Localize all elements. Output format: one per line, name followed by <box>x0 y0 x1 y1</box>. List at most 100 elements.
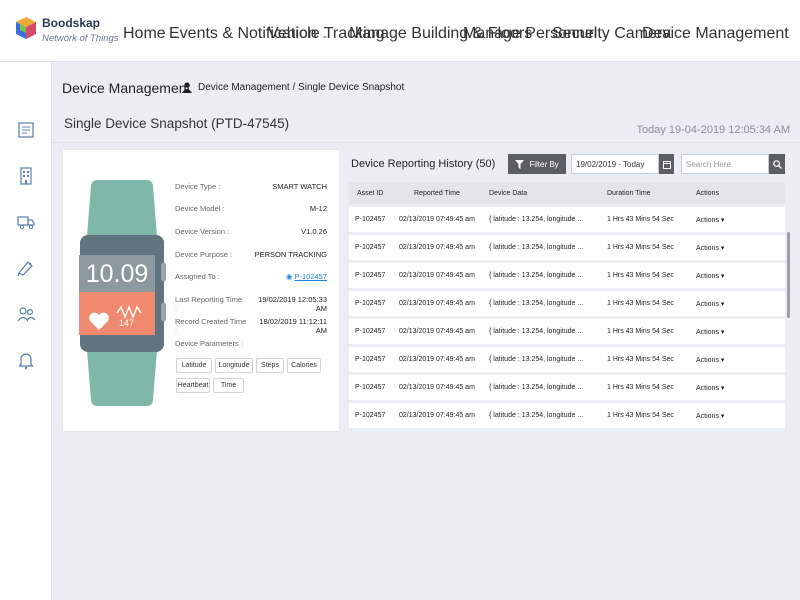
cell-reported-time: 02/13/2019 07:49:45 am <box>399 300 475 307</box>
filter-label: Filter By <box>529 159 559 169</box>
cell-duration: 1 Hrs 43 Mins 54 Sec <box>607 328 674 335</box>
assigned-link-text[interactable]: P-102457 <box>294 272 327 281</box>
info-last-reporting: Last Reporting Time : 19/02/2019 12:05:33… <box>175 295 327 313</box>
cell-asset-id: P-102457 <box>355 356 386 363</box>
info-label: Device Version : <box>175 227 230 236</box>
actions-dropdown[interactable]: Actions ▾ <box>696 244 724 252</box>
history-title: Device Reporting History (50) <box>351 158 496 170</box>
brand-logo[interactable]: Boodskap Network of Things <box>14 13 124 53</box>
param-chip: Time <box>213 378 244 393</box>
param-chip: Latitude <box>176 358 212 373</box>
nav-device-management[interactable]: Device Management⌄ <box>642 25 800 43</box>
cell-device-data: { latitude : 13.254, longitude ... <box>489 300 584 307</box>
cell-reported-time: 02/13/2019 07:49:45 am <box>399 216 475 223</box>
cell-duration: 1 Hrs 43 Mins 54 Sec <box>607 384 674 391</box>
search-icon <box>772 159 782 169</box>
cell-device-data: { latitude : 13.254, longitude ... <box>489 328 584 335</box>
left-sidebar <box>0 62 52 600</box>
cell-reported-time: 02/13/2019 07:49:45 am <box>399 244 475 251</box>
table-row: P-102457 02/13/2019 07:49:45 am { latitude… <box>349 207 785 232</box>
truck-icon[interactable] <box>16 212 36 232</box>
table-row: P-102457 02/13/2019 07:49:45 am { latitude… <box>349 375 785 400</box>
actions-label: Actions <box>696 384 719 392</box>
cell-asset-id: P-102457 <box>355 328 386 335</box>
bell-icon[interactable] <box>16 350 36 370</box>
table-row: P-102457 02/13/2019 07:49:45 am { latitude… <box>349 263 785 288</box>
cell-duration: 1 Hrs 43 Mins 54 Sec <box>607 244 674 251</box>
cell-device-data: { latitude : 13.254, longitude ... <box>489 412 584 419</box>
search-input[interactable] <box>681 154 769 174</box>
caret-down-icon: ▾ <box>720 216 725 224</box>
brand-logo-icon <box>16 17 36 39</box>
cell-duration: 1 Hrs 43 Mins 54 Sec <box>607 300 674 307</box>
cell-reported-time: 02/13/2019 07:49:45 am <box>399 356 475 363</box>
caret-down-icon: ▾ <box>720 384 725 392</box>
info-value: M-12 <box>309 204 327 213</box>
nav-home-label: Home <box>123 25 166 42</box>
info-label: Record Created Time : <box>175 317 247 335</box>
eye-icon: ◉ <box>285 272 293 281</box>
cell-device-data: { latitude : 13.254, longitude ... <box>489 244 584 251</box>
dashboard-icon[interactable] <box>16 120 36 140</box>
filter-button[interactable]: Filter By <box>508 154 566 174</box>
info-device-model: Device Model : M-12 <box>175 204 327 213</box>
cell-asset-id: P-102457 <box>355 384 386 391</box>
search-button[interactable] <box>769 154 785 174</box>
actions-dropdown[interactable]: Actions ▾ <box>696 216 724 224</box>
caret-down-icon: ▾ <box>720 412 725 420</box>
current-datetime: Today 19-04-2019 12:05:34 AM <box>636 124 790 136</box>
cell-reported-time: 02/13/2019 07:49:45 am <box>399 384 475 391</box>
actions-label: Actions <box>696 412 719 420</box>
actions-dropdown[interactable]: Actions ▾ <box>696 328 724 336</box>
table-row: P-102457 02/13/2019 07:49:45 am { latitude… <box>349 291 785 316</box>
col-device-data[interactable]: Device Data <box>489 190 527 197</box>
actions-dropdown[interactable]: Actions ▾ <box>696 300 724 308</box>
caret-down-icon: ▾ <box>720 328 725 336</box>
table-scrollbar[interactable] <box>787 232 790 318</box>
info-label: Device Parameters : <box>175 339 243 348</box>
info-value: 18/02/2019 11:12:11 AM <box>259 317 327 335</box>
info-device-version: Device Version : V1.0.26 <box>175 227 327 236</box>
actions-dropdown[interactable]: Actions ▾ <box>696 384 724 392</box>
snapshot-title: Single Device Snapshot (PTD-47545) <box>64 116 290 131</box>
filter-icon <box>515 159 525 169</box>
calendar-icon <box>662 160 671 169</box>
camera-icon[interactable] <box>16 258 36 278</box>
caret-down-icon: ▾ <box>720 244 725 252</box>
nav-device-label: Device Management <box>642 25 789 42</box>
smartwatch-image: 10.09 147 <box>79 180 166 406</box>
actions-label: Actions <box>696 244 719 252</box>
info-label: Device Type : <box>175 182 221 191</box>
info-label: Device Purpose : <box>175 250 233 259</box>
table-header: Asset ID Reported Time Device Data Durat… <box>349 182 785 204</box>
brand-name: Boodskap <box>42 16 101 30</box>
breadcrumb-text: Device Management / Single Device Snapsh… <box>198 82 405 93</box>
building-icon[interactable] <box>16 166 36 186</box>
info-label: Last Reporting Time : <box>175 295 243 313</box>
info-device-purpose: Device Purpose : PERSON TRACKING <box>175 250 327 259</box>
actions-dropdown[interactable]: Actions ▾ <box>696 356 724 364</box>
calendar-button[interactable] <box>659 154 674 174</box>
actions-label: Actions <box>696 300 719 308</box>
people-icon[interactable] <box>16 304 36 324</box>
today-label: Today <box>636 124 666 136</box>
date-range-field[interactable]: 19/02/2019 - Today <box>571 154 659 174</box>
col-duration-time[interactable]: Duration Time <box>607 190 651 197</box>
user-icon <box>182 82 192 93</box>
table-row: P-102457 02/13/2019 07:49:45 am { latitude… <box>349 347 785 372</box>
cell-reported-time: 02/13/2019 07:49:45 am <box>399 412 475 419</box>
cell-asset-id: P-102457 <box>355 272 386 279</box>
header-divider <box>52 142 800 143</box>
watch-time: 10.09 <box>86 260 149 288</box>
assigned-link[interactable]: ◉ P-102457 <box>286 272 327 281</box>
param-chip: Longitude <box>215 358 253 373</box>
top-navbar: Boodskap Network of Things Home ⌄ Events … <box>0 0 800 62</box>
info-value: 19/02/2019 12:05:33 AM <box>258 295 327 313</box>
actions-dropdown[interactable]: Actions ▾ <box>696 412 724 420</box>
col-asset-id[interactable]: Asset ID <box>357 190 383 197</box>
actions-label: Actions <box>696 356 719 364</box>
col-reported-time[interactable]: Reported Time <box>414 190 460 197</box>
info-value: PERSON TRACKING <box>254 250 327 259</box>
cell-device-data: { latitude : 13.254, longitude ... <box>489 384 584 391</box>
actions-dropdown[interactable]: Actions ▾ <box>696 272 724 280</box>
